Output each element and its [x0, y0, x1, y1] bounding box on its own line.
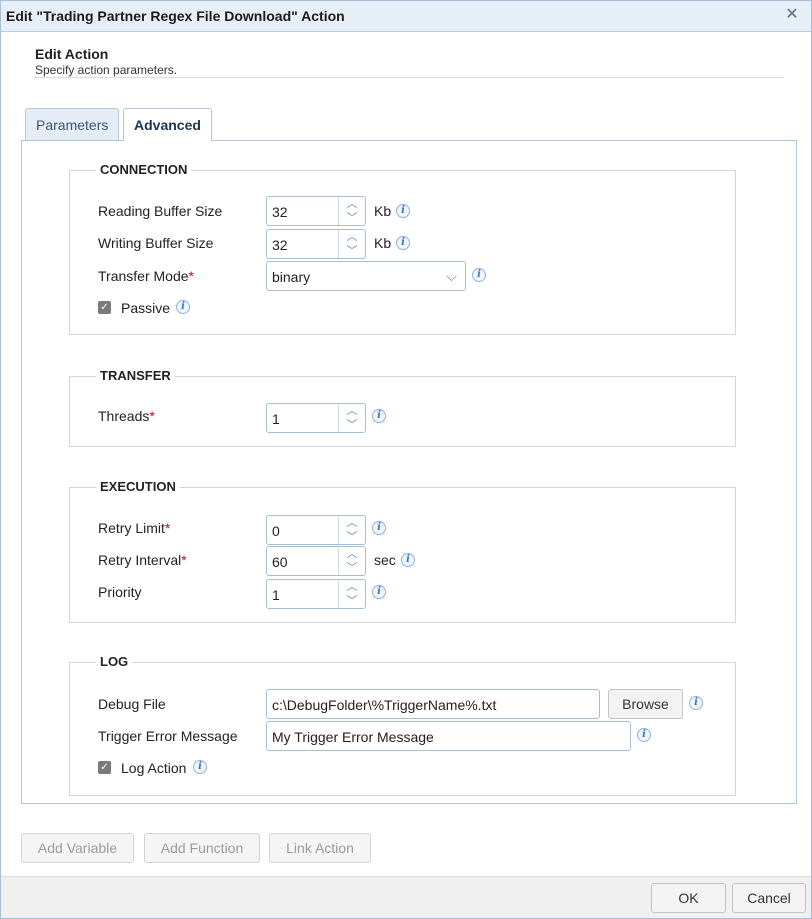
transfer-mode-value: binary	[272, 269, 311, 285]
chevron-up-icon[interactable]: ︿	[339, 547, 365, 561]
stepper-buttons: ︿ ﹀	[338, 197, 365, 225]
info-icon[interactable]: i	[193, 760, 207, 774]
chevron-down-icon[interactable]: ﹀	[339, 244, 365, 258]
retry-interval-unit: sec	[374, 552, 396, 568]
connection-legend: CONNECTION	[96, 162, 192, 177]
info-icon[interactable]: i	[401, 553, 415, 567]
add-variable-button[interactable]: Add Variable	[21, 833, 134, 863]
retry-limit-value: 0	[272, 523, 280, 539]
chevron-up-icon[interactable]: ︿	[339, 197, 365, 211]
info-icon[interactable]: i	[637, 728, 651, 742]
connection-group: CONNECTION Reading Buffer Size 32 ︿ ﹀ Kb…	[69, 162, 736, 335]
retry-interval-value: 60	[272, 554, 288, 570]
ok-button[interactable]: OK	[651, 883, 726, 913]
chevron-down-icon[interactable]: ﹀	[339, 594, 365, 608]
debug-file-label: Debug File	[98, 696, 166, 712]
reading-buffer-unit: Kb	[374, 203, 392, 219]
info-icon[interactable]: i	[372, 521, 386, 535]
info-icon[interactable]: i	[689, 696, 703, 710]
required-marker: *	[181, 552, 187, 568]
dialog-title: Edit "Trading Partner Regex File Downloa…	[6, 8, 345, 24]
writing-buffer-label: Writing Buffer Size	[98, 235, 214, 251]
retry-limit-label: Retry Limit*	[98, 520, 170, 536]
required-marker: *	[149, 408, 155, 424]
execution-group: EXECUTION Retry Limit* 0 ︿ ﹀ i Retry Int…	[69, 479, 736, 623]
threads-stepper[interactable]: 1 ︿ ﹀	[266, 403, 366, 433]
threads-label-text: Threads	[98, 408, 150, 424]
writing-buffer-unit: Kb	[374, 235, 392, 251]
debug-file-value: c:\DebugFolder\%TriggerName%.txt	[272, 697, 497, 713]
close-icon[interactable]: ✕	[783, 6, 801, 24]
edit-action-dialog: Edit "Trading Partner Regex File Downloa…	[0, 0, 812, 919]
transfer-mode-select[interactable]: binary ⌵	[266, 261, 466, 291]
retry-interval-label: Retry Interval*	[98, 552, 187, 568]
priority-value: 1	[272, 587, 280, 603]
tab-advanced[interactable]: Advanced	[123, 108, 212, 141]
trigger-error-value: My Trigger Error Message	[272, 729, 434, 745]
required-marker: *	[164, 520, 171, 536]
chevron-up-icon[interactable]: ︿	[339, 404, 365, 418]
reading-buffer-value: 32	[272, 204, 288, 220]
header-title: Edit Action	[35, 46, 109, 62]
stepper-buttons: ︿ ﹀	[338, 516, 365, 544]
link-action-button[interactable]: Link Action	[269, 833, 371, 863]
reading-buffer-label: Reading Buffer Size	[98, 203, 223, 219]
tab-parameters[interactable]: Parameters	[25, 108, 119, 140]
cancel-button[interactable]: Cancel	[732, 883, 806, 913]
info-icon[interactable]: i	[176, 300, 190, 314]
stepper-buttons: ︿ ﹀	[338, 404, 365, 432]
writing-buffer-stepper[interactable]: 32 ︿ ﹀	[266, 229, 366, 259]
chevron-down-icon[interactable]: ﹀	[339, 418, 365, 432]
retry-interval-label-text: Retry Interval	[98, 552, 182, 568]
chevron-down-icon[interactable]: ﹀	[339, 211, 365, 225]
passive-checkbox[interactable]: ✓	[98, 301, 111, 314]
chevron-up-icon[interactable]: ︿	[339, 230, 365, 244]
stepper-buttons: ︿ ﹀	[338, 580, 365, 608]
info-icon[interactable]: i	[472, 268, 486, 282]
dialog-footer: OK Cancel	[1, 876, 811, 918]
threads-value: 1	[272, 411, 280, 427]
browse-button[interactable]: Browse	[608, 689, 683, 719]
chevron-down-icon[interactable]: ﹀	[339, 530, 365, 544]
chevron-down-icon[interactable]: ﹀	[339, 561, 365, 575]
transfer-mode-label: Transfer Mode*	[98, 268, 194, 284]
transfer-group: TRANSFER Threads* 1 ︿ ﹀ i	[69, 368, 736, 447]
stepper-buttons: ︿ ﹀	[338, 230, 365, 258]
chevron-down-icon[interactable]: ⌵	[438, 262, 465, 290]
transfer-legend: TRANSFER	[96, 368, 175, 383]
log-legend: LOG	[96, 654, 133, 669]
info-icon[interactable]: i	[396, 204, 410, 218]
chevron-up-icon[interactable]: ︿	[339, 580, 365, 594]
passive-label: Passive	[121, 300, 171, 316]
trigger-error-label: Trigger Error Message	[98, 728, 238, 744]
add-function-button[interactable]: Add Function	[144, 833, 260, 863]
header-divider	[34, 77, 784, 78]
retry-limit-label-text: Retry Limit	[98, 520, 165, 536]
info-icon[interactable]: i	[396, 236, 410, 250]
retry-interval-stepper[interactable]: 60 ︿ ﹀	[266, 546, 366, 576]
log-action-label: Log Action	[121, 760, 187, 776]
advanced-tab-panel: CONNECTION Reading Buffer Size 32 ︿ ﹀ Kb…	[21, 140, 797, 804]
transfer-mode-label-text: Transfer Mode	[98, 268, 189, 284]
info-icon[interactable]: i	[372, 409, 386, 423]
stepper-buttons: ︿ ﹀	[338, 547, 365, 575]
trigger-error-field[interactable]: My Trigger Error Message	[266, 721, 631, 751]
debug-file-field[interactable]: c:\DebugFolder\%TriggerName%.txt	[266, 689, 600, 719]
required-marker: *	[188, 268, 194, 284]
retry-limit-stepper[interactable]: 0 ︿ ﹀	[266, 515, 366, 545]
priority-stepper[interactable]: 1 ︿ ﹀	[266, 579, 366, 609]
execution-legend: EXECUTION	[96, 479, 180, 494]
header-subtitle: Specify action parameters.	[35, 63, 178, 77]
writing-buffer-value: 32	[272, 237, 288, 253]
threads-label: Threads*	[98, 408, 155, 424]
priority-label: Priority	[98, 584, 142, 600]
log-action-checkbox[interactable]: ✓	[98, 761, 111, 774]
chevron-up-icon[interactable]: ︿	[339, 516, 365, 530]
log-group: LOG Debug File c:\DebugFolder\%TriggerNa…	[69, 654, 736, 796]
info-icon[interactable]: i	[372, 585, 386, 599]
reading-buffer-stepper[interactable]: 32 ︿ ﹀	[266, 196, 366, 226]
title-bar[interactable]: Edit "Trading Partner Regex File Downloa…	[1, 1, 811, 32]
